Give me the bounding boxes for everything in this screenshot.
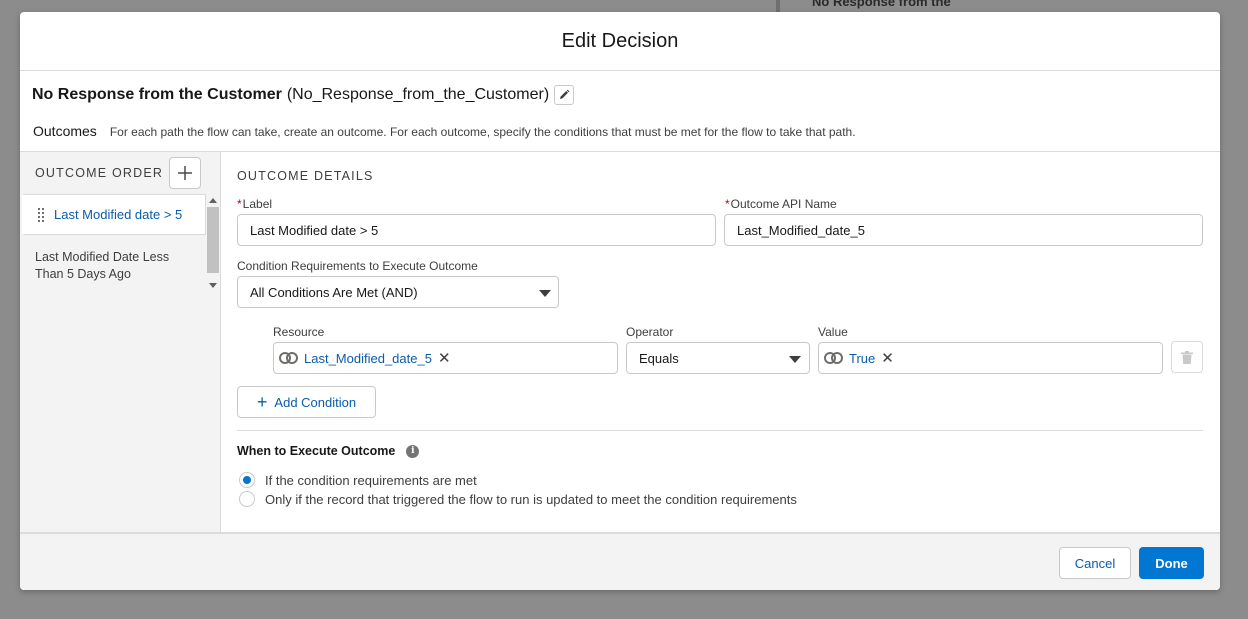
value-pill[interactable]: True ✕ <box>824 351 894 366</box>
value-label: Value <box>818 325 848 339</box>
radio-condition-met[interactable]: If the condition requirements are met <box>239 472 477 488</box>
modal-body: OUTCOME ORDER i Last Modified date > 5 L… <box>20 151 1220 533</box>
operator-value: Equals <box>639 350 679 366</box>
outcome-details-panel: OUTCOME DETAILS *Label Last Modified dat… <box>221 152 1220 533</box>
outcomes-row: Outcomes For each path the flow can take… <box>33 123 856 139</box>
when-to-execute-label: When to Execute Outcome i <box>237 444 420 458</box>
decision-api-name: (No_Response_from_the_Customer) <box>286 86 550 103</box>
modal-footer: Cancel Done <box>20 532 1220 590</box>
label-field-label-text: Label <box>242 197 273 211</box>
condition-requirements-value: All Conditions Are Met (AND) <box>250 284 418 300</box>
outcome-list-scrollbar[interactable] <box>206 194 219 288</box>
outcome-item-label: Last Modified Date Less Than 5 Days Ago <box>35 250 170 281</box>
api-name-input[interactable]: Last_Modified_date_5 <box>724 214 1203 246</box>
edit-decision-button[interactable] <box>554 85 575 105</box>
scroll-thumb[interactable] <box>206 207 219 273</box>
decision-title-row: No Response from the Customer (No_Respon… <box>32 83 575 107</box>
condition-requirements-label: Condition Requirements to Execute Outcom… <box>237 259 478 273</box>
outcome-order-label: OUTCOME ORDER <box>35 166 164 180</box>
canvas-connector <box>776 0 780 12</box>
label-input-value: Last Modified date > 5 <box>250 222 379 238</box>
radio-label: Only if the record that triggered the fl… <box>265 491 797 507</box>
value-input[interactable]: True ✕ <box>818 342 1163 374</box>
delete-condition-button[interactable] <box>1171 341 1203 373</box>
outcome-item-label: Last Modified date > 5 <box>54 207 183 222</box>
label-input[interactable]: Last Modified date > 5 <box>237 214 716 246</box>
radio-button[interactable] <box>239 491 255 507</box>
canvas-node-label: No Response from the <box>812 0 951 9</box>
close-icon[interactable]: ✕ <box>881 351 894 366</box>
variable-icon <box>279 351 299 365</box>
value-pill-label: True <box>849 350 876 366</box>
resource-pill-label: Last_Modified_date_5 <box>304 350 432 366</box>
when-to-execute-label-text: When to Execute Outcome <box>237 444 396 458</box>
outcome-details-title: OUTCOME DETAILS <box>237 169 374 183</box>
resource-pill[interactable]: Last_Modified_date_5 ✕ <box>279 351 451 366</box>
outcomes-label: Outcomes <box>33 123 97 139</box>
radio-button-checked[interactable] <box>239 472 255 488</box>
operator-select[interactable]: Equals <box>626 342 810 374</box>
outcome-item-less-than-5-days[interactable]: Last Modified Date Less Than 5 Days Ago <box>22 235 192 283</box>
done-button[interactable]: Done <box>1139 547 1204 579</box>
plus-icon: + <box>256 392 268 412</box>
edit-decision-modal: Edit Decision No Response from the Custo… <box>20 12 1220 590</box>
resource-input[interactable]: Last_Modified_date_5 ✕ <box>273 342 618 374</box>
outcome-order-panel: OUTCOME ORDER i Last Modified date > 5 L… <box>20 152 221 533</box>
decision-name: No Response from the Customer <box>32 86 282 103</box>
operator-label: Operator <box>626 325 674 339</box>
scroll-down-icon[interactable] <box>209 283 217 288</box>
pencil-icon <box>560 89 570 99</box>
section-divider <box>237 430 1203 431</box>
cancel-button[interactable]: Cancel <box>1059 547 1131 579</box>
drag-handle-icon[interactable] <box>38 207 44 222</box>
chevron-down-icon <box>789 356 801 363</box>
info-icon[interactable]: i <box>406 444 420 458</box>
modal-title: Edit Decision <box>561 29 679 52</box>
condition-requirements-select[interactable]: All Conditions Are Met (AND) <box>237 276 559 308</box>
radio-label: If the condition requirements are met <box>265 472 477 488</box>
variable-icon <box>824 351 844 365</box>
trash-icon <box>1181 350 1193 364</box>
resource-label: Resource <box>273 325 325 339</box>
add-condition-label: Add Condition <box>274 394 357 410</box>
label-field-label: *Label <box>237 197 272 211</box>
add-outcome-button[interactable] <box>169 157 201 189</box>
api-name-input-value: Last_Modified_date_5 <box>737 222 865 238</box>
outcome-item-last-modified-date[interactable]: Last Modified date > 5 <box>22 194 206 235</box>
outcomes-description: For each path the flow can take, create … <box>109 125 856 139</box>
scroll-up-icon[interactable] <box>208 198 217 203</box>
required-marker: * <box>237 197 242 211</box>
add-condition-button[interactable]: + Add Condition <box>237 386 376 418</box>
outcome-list: Last Modified date > 5 Last Modified Dat… <box>22 194 206 283</box>
modal-header: Edit Decision <box>20 12 1220 71</box>
api-name-field-label-text: Outcome API Name <box>730 197 837 211</box>
close-icon[interactable]: ✕ <box>438 351 451 366</box>
radio-record-updated[interactable]: Only if the record that triggered the fl… <box>239 491 797 507</box>
outcome-order-header: OUTCOME ORDER i <box>35 166 184 180</box>
required-marker: * <box>725 197 730 211</box>
api-name-field-label: *Outcome API Name <box>725 197 837 211</box>
plus-icon <box>178 166 192 180</box>
chevron-down-icon <box>539 290 551 297</box>
